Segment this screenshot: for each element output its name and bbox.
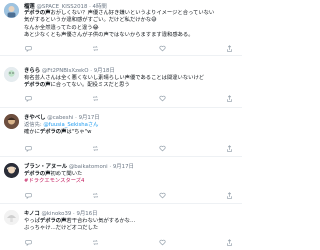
tweet-text-line: #ドラクエモンスターズ4 [24,178,236,185]
author-name[interactable]: きやべし [24,115,46,121]
reply-icon[interactable] [24,144,32,152]
reply-icon[interactable] [24,191,32,199]
text-fragment: 有名芸人さんは全く悪くないし素晴らしい声優であることは間違いないけど [24,75,205,81]
author-handle[interactable]: @kinoko39 [42,211,72,217]
text-fragment: 確かに [24,129,40,136]
text-fragment: あと少なくとも声優さんが子供の声ではないからますます違和感ある。 [24,31,194,38]
reply-icon[interactable] [24,238,32,246]
author-name[interactable]: ブラン・アヌール [24,164,67,170]
tweet-text: デボラの声初めて聞いた #ドラクエモンスターズ4 [24,171,236,186]
avatar[interactable] [4,67,19,82]
retweet-icon[interactable] [91,94,99,102]
text-fragment: おかしくない？声優さん好き嫌いというよりイメージと合っていない [50,10,215,16]
retweet-icon[interactable] [91,191,99,199]
tweet-actions [24,144,234,152]
text-fragment: 若干合わない気がするかな… [66,218,136,224]
post-date[interactable]: 9月16日 [76,211,97,217]
heart-icon[interactable] [159,191,167,199]
tweet-header: ブラン・アヌール @baikatomoni · 9月17日 [24,164,134,170]
reply-to-handle[interactable]: @fuusia_Sekishaさん [43,122,98,128]
tweet-text-line: 確かにデボラの声は"ちゃ"w [24,129,236,136]
post-date[interactable]: 9月18日 [94,68,115,74]
post-date[interactable]: 9月17日 [113,164,134,170]
keyword-highlight: デボラの声 [24,82,51,89]
tweet-actions [24,191,234,199]
heart-icon[interactable] [159,144,167,152]
tweet-text-line: なんか全然違ってたのと違う😂 [24,25,236,32]
heart-icon[interactable] [159,44,167,52]
tweet-text: 有名芸人さんは全く悪くないし素晴らしい声優であることは間違いないけど デボラの声… [24,75,236,90]
tweet-actions [24,94,234,102]
share-icon[interactable] [226,94,234,102]
tweet-feed: 榴莲 @SPACE_KISS2018 · 4時間 デボラの声おかしくない？声優さ… [0,0,242,250]
reply-icon[interactable] [24,94,32,102]
heart-icon[interactable] [159,94,167,102]
text-fragment: ぶっちゃけ…だけどオコだした [24,225,99,232]
author-handle[interactable]: @Ft2PNBIsXzekO [42,68,89,74]
text-fragment: は"ちゃ"w [66,129,92,136]
text-fragment: 気がするというか違和感がすごい。だけど私だけかな😅 [24,17,157,24]
author-handle[interactable]: @cabeshi [47,115,73,121]
tweet-actions [24,238,234,246]
text-fragment: 初めて聞いた [50,171,83,177]
avatar[interactable] [4,163,19,178]
keyword-highlight: デボラの声 [39,218,67,224]
avatar[interactable] [4,210,19,225]
retweet-icon[interactable] [91,44,99,52]
post-date[interactable]: 9月17日 [79,115,100,121]
author-name[interactable]: きらら [24,68,40,74]
hashtag-link[interactable]: #ドラクエモンスターズ4 [24,178,84,184]
reply-to-label: 返信先: [24,122,44,128]
author-name[interactable]: キノコ [24,211,40,217]
tweet[interactable]: 榴莲 @SPACE_KISS2018 · 4時間 デボラの声おかしくない？声優さ… [0,0,242,56]
text-fragment: なんか全然違ってたのと違う😂 [24,24,99,31]
avatar[interactable] [4,3,19,18]
keyword-highlight: デボラの声 [39,129,67,136]
tweet[interactable]: きやべし @cabeshi · 9月17日 返信先: @fuusia_Sekis… [0,111,242,157]
retweet-icon[interactable] [91,144,99,152]
tweet[interactable]: ブラン・アヌール @baikatomoni · 9月17日 デボラの声初めて聞い… [0,160,242,204]
keyword-highlight: デボラの声 [24,10,51,16]
text-fragment: に合ってない。配役ミスだと思う [50,82,130,89]
tweet-text-line: デボラの声に合ってない。配役ミスだと思う [24,82,236,89]
reply-icon[interactable] [24,44,32,52]
share-icon[interactable] [226,144,234,152]
tweet-header: キノコ @kinoko39 · 9月16日 [24,211,98,217]
tweet-text: 返信先: @fuusia_Sekishaさん 確かにデボラの声は"ちゃ"w [24,122,236,137]
tweet-text: デボラの声おかしくない？声優さん好き嫌いというよりイメージと合っていない 気がす… [24,10,236,39]
tweet-text-line: あと少なくとも声優さんが子供の声ではないからますます違和感ある。 [24,32,236,39]
share-icon[interactable] [226,238,234,246]
retweet-icon[interactable] [91,238,99,246]
avatar[interactable] [4,114,19,129]
heart-icon[interactable] [159,238,167,246]
tweet-text-line: 気がするというか違和感がすごい。だけど私だけかな😅 [24,17,236,24]
tweet[interactable]: キノコ @kinoko39 · 9月16日 やっぱデボラの声若干合わない気がする… [0,207,242,250]
share-icon[interactable] [226,191,234,199]
tweet-actions [24,44,234,52]
tweet-header: きやべし @cabeshi · 9月17日 [24,115,100,121]
tweet-text-line: ぶっちゃけ…だけどオコだした [24,225,236,232]
text-fragment: やっぱ [24,218,40,224]
share-icon[interactable] [226,44,234,52]
keyword-highlight: デボラの声 [24,171,51,177]
tweet-header: きらら @Ft2PNBIsXzekO · 9月18日 [24,68,115,74]
tweet[interactable]: きらら @Ft2PNBIsXzekO · 9月18日 有名芸人さんは全く悪くない… [0,64,242,108]
tweet-text: やっぱデボラの声若干合わない気がするかな… ぶっちゃけ…だけどオコだした [24,218,236,233]
author-handle[interactable]: @baikatomoni [69,164,108,170]
